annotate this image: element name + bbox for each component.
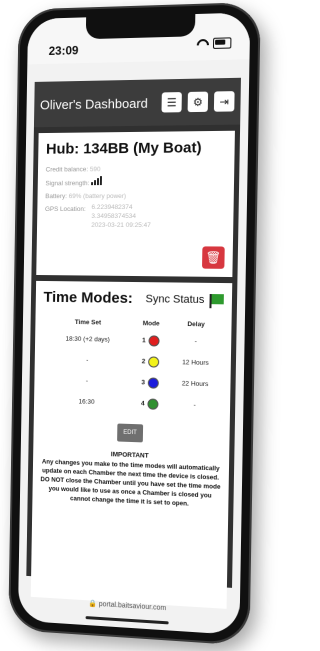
time-modes-title: Time Modes: bbox=[43, 288, 133, 308]
edit-button[interactable]: EDIT bbox=[117, 423, 144, 443]
gps-lat: 6.2239482374 bbox=[91, 203, 133, 211]
time-modes-table: Time Set Mode Delay 18:30 (+2 days) 1- -2 1… bbox=[42, 316, 224, 417]
signal-icon bbox=[91, 176, 103, 190]
col-delay: Delay bbox=[187, 320, 205, 329]
phone-frame: 23:09 Oliver's Dashboard ☰ ⚙ ⇥ Hub: 134B… bbox=[8, 1, 261, 646]
battery-label: Battery: bbox=[45, 193, 67, 201]
mode-color-dot bbox=[147, 377, 160, 389]
logout-icon: ⇥ bbox=[219, 95, 230, 109]
logout-button[interactable]: ⇥ bbox=[213, 91, 235, 112]
delete-button[interactable]: 🗑 bbox=[202, 246, 225, 269]
mode-color-dot bbox=[147, 398, 159, 410]
credit-value: 590 bbox=[89, 166, 101, 174]
col-mode: Mode bbox=[142, 320, 160, 328]
signal-label: Signal strength: bbox=[45, 180, 90, 188]
signal-row: Signal strength: bbox=[45, 175, 226, 190]
gear-icon: ⚙ bbox=[192, 96, 203, 109]
mode-number: 4 bbox=[140, 400, 145, 408]
delay-cell: - bbox=[194, 338, 197, 346]
list-button[interactable]: ☰ bbox=[161, 92, 182, 113]
mode-number: 2 bbox=[141, 358, 146, 366]
battery-icon bbox=[212, 37, 232, 49]
gps-lon: 3.34958374534 bbox=[91, 212, 136, 220]
time-modes-header: Time Modes: Sync Status bbox=[43, 289, 224, 309]
settings-button[interactable]: ⚙ bbox=[187, 91, 209, 113]
home-indicator[interactable] bbox=[85, 616, 169, 625]
mode-color-dot bbox=[148, 335, 160, 347]
delay-cell: 12 Hours bbox=[182, 359, 209, 367]
status-icons bbox=[197, 37, 232, 49]
hub-title: Hub: 134BB (My Boat) bbox=[45, 139, 202, 158]
time-modes-card: Time Modes: Sync Status Time Set Mode De… bbox=[30, 280, 233, 609]
phone-screen: 23:09 Oliver's Dashboard ☰ ⚙ ⇥ Hub: 134B… bbox=[17, 12, 251, 636]
time-mode-row: 16:30 4 - bbox=[42, 390, 223, 416]
sync-status: Sync Status bbox=[145, 292, 224, 307]
mode-number: 3 bbox=[141, 379, 146, 387]
gps-label: GPS Location: bbox=[44, 206, 86, 213]
status-time: 23:09 bbox=[48, 43, 79, 58]
sync-label: Sync Status bbox=[145, 293, 205, 307]
delay-cell: - bbox=[193, 401, 196, 409]
time-set-cell: - bbox=[85, 377, 89, 385]
status-bar: 23:09 bbox=[27, 12, 251, 65]
credit-row: Credit balance: 590 bbox=[46, 162, 227, 176]
gps-time: 2023-03-21 09:25:47 bbox=[91, 221, 151, 230]
mode-cell: 4 bbox=[132, 393, 168, 415]
trash-icon: 🗑 bbox=[205, 250, 222, 265]
dashboard-header: Oliver's Dashboard ☰ ⚙ ⇥ bbox=[33, 77, 241, 128]
mode-number: 1 bbox=[142, 337, 146, 345]
important-text: Any changes you make to the time modes w… bbox=[40, 458, 221, 508]
page-title: Oliver's Dashboard bbox=[39, 95, 148, 112]
battery-value: 69% (battery power) bbox=[68, 192, 127, 201]
notch bbox=[85, 14, 196, 40]
lock-icon: 🔒 bbox=[88, 600, 97, 608]
time-set-cell: 16:30 bbox=[78, 398, 95, 406]
app-container: Oliver's Dashboard ☰ ⚙ ⇥ Hub: 134BB (My … bbox=[26, 77, 241, 609]
hub-card: Hub: 134BB (My Boat) Credit balance: 590… bbox=[36, 130, 235, 278]
mode-cell: 2 bbox=[132, 351, 168, 373]
wifi-icon bbox=[197, 38, 209, 48]
credit-label: Credit balance: bbox=[45, 166, 89, 174]
mode-color-dot bbox=[148, 356, 160, 368]
mode-cell: 3 bbox=[132, 372, 168, 394]
time-set-cell: 18:30 (+2 days) bbox=[65, 335, 110, 344]
gps-row: GPS Location: 6.2239482374 3.34958374534… bbox=[45, 203, 226, 230]
delay-cell: 22 Hours bbox=[181, 380, 209, 389]
mode-cell: 1 bbox=[133, 330, 169, 352]
battery-row: Battery: 69% (battery power) bbox=[45, 190, 226, 203]
gps-values: 6.2239482374 3.34958374534 2023-03-21 09… bbox=[91, 203, 151, 230]
time-set-cell: - bbox=[86, 356, 89, 364]
list-icon: ☰ bbox=[166, 96, 177, 109]
flag-icon bbox=[211, 294, 224, 305]
url-text: portal.baitsaviour.com bbox=[98, 601, 167, 613]
